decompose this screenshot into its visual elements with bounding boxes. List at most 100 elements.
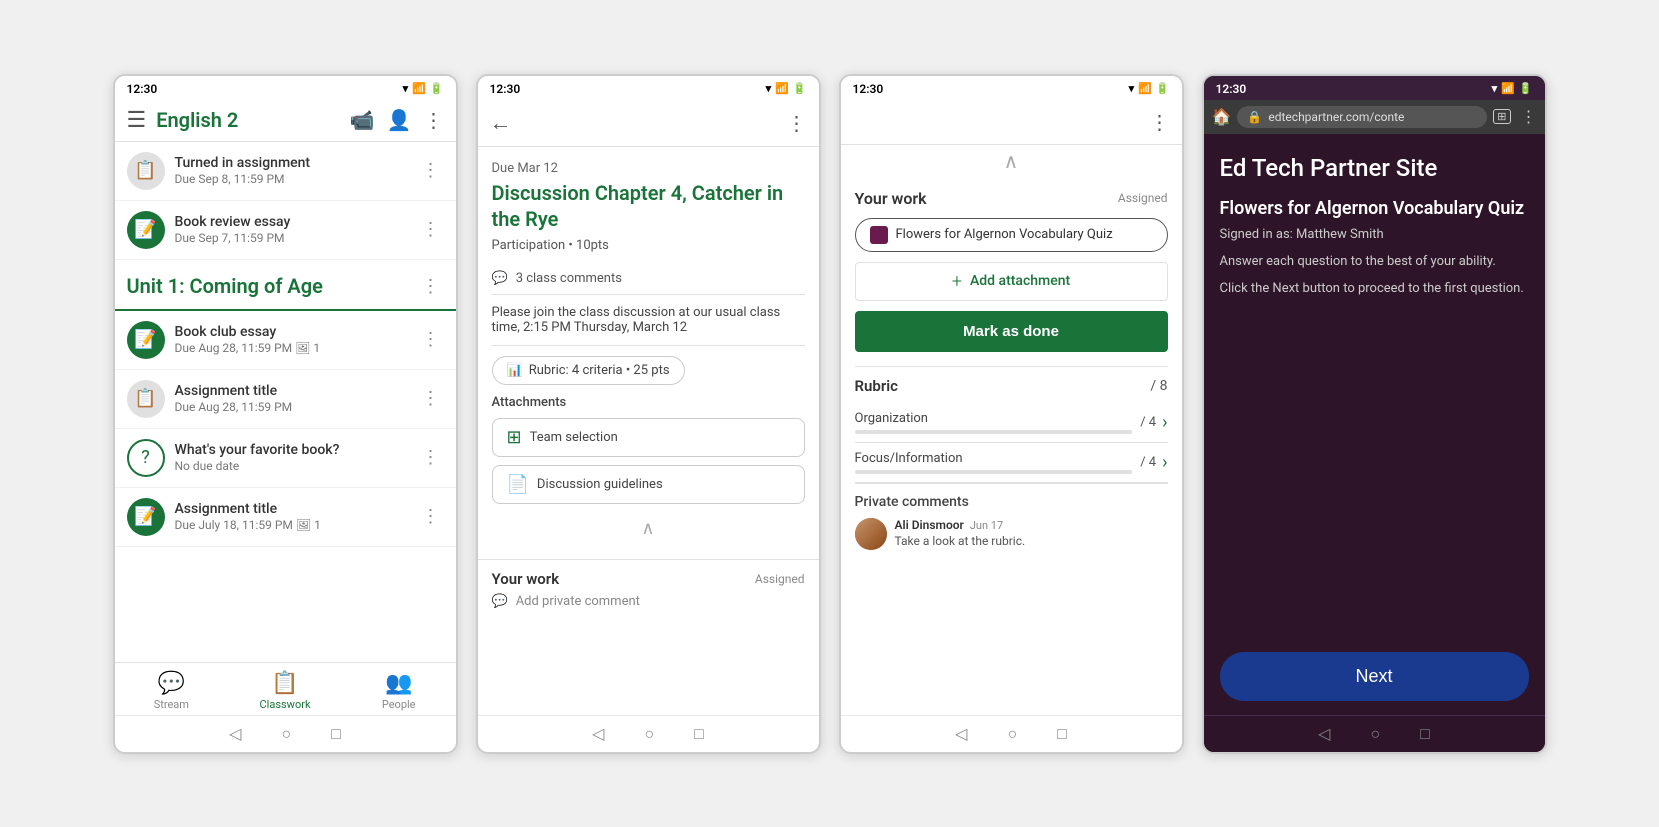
- assignment-item-3[interactable]: 📝 Book club essay Due Aug 28, 11:59 PM 🖼…: [115, 311, 456, 370]
- comment-count: 3 class comments: [516, 271, 622, 286]
- chevron-right-org: ›: [1162, 412, 1167, 433]
- more-btn-5[interactable]: ⋮: [418, 443, 444, 472]
- attachment-team-selection[interactable]: ⊞ Team selection: [492, 418, 805, 457]
- private-comment-row[interactable]: 💬 Add private comment: [492, 594, 805, 609]
- partner-site-title: Ed Tech Partner Site: [1220, 154, 1529, 182]
- avatar-img: [855, 518, 887, 550]
- assignment-item-2[interactable]: 📝 Book review essay Due Sep 7, 11:59 PM …: [115, 201, 456, 260]
- more-btn-2[interactable]: ⋮: [418, 215, 444, 244]
- person-add-icon[interactable]: 👤: [387, 108, 412, 132]
- screen4-phone: 12:30 ▾ 📶 🔋 🏠 🔒 edtechpartner.com/conte …: [1202, 74, 1547, 754]
- tab-count[interactable]: ⊞: [1493, 109, 1510, 124]
- time-2: 12:30: [490, 82, 521, 96]
- next-button[interactable]: Next: [1220, 652, 1529, 701]
- screen2-phone: 12:30 ▾ 📶 🔋 ← ⋮ Due Mar 12 Discussion Ch…: [476, 74, 821, 754]
- signal-icon-4: 📶: [1501, 82, 1515, 95]
- work-title-s3: Your work: [855, 189, 927, 208]
- video-icon[interactable]: 📹: [350, 108, 375, 132]
- assignment-icon-6: 📝: [127, 498, 165, 536]
- recents-btn-android-4[interactable]: □: [1420, 724, 1430, 744]
- home-btn-android-1[interactable]: ○: [281, 724, 291, 744]
- more-vert-s2[interactable]: ⋮: [787, 111, 807, 135]
- signal-icon-1: 📶: [412, 82, 426, 95]
- assignment-title-6: Assignment title: [175, 501, 418, 517]
- more-vert-icon-header[interactable]: ⋮: [424, 108, 444, 132]
- nav-stream[interactable]: 💬 Stream: [115, 671, 229, 711]
- home-btn-android-4[interactable]: ○: [1370, 724, 1380, 744]
- recents-btn-android-2[interactable]: □: [694, 724, 704, 744]
- quiz-label-s3: Flowers for Algernon Vocabulary Quiz: [896, 227, 1113, 242]
- due-label: Due Mar 12: [492, 161, 805, 176]
- more-btn-4[interactable]: ⋮: [418, 384, 444, 413]
- home-btn-android-2[interactable]: ○: [644, 724, 654, 744]
- participation-label: Participation • 10pts: [492, 238, 805, 253]
- comments-row[interactable]: 💬 3 class comments: [492, 263, 805, 295]
- home-btn-android-3[interactable]: ○: [1007, 724, 1017, 744]
- rubric-focus-content: Focus/Information: [855, 451, 1133, 474]
- assignment-item-4[interactable]: 📋 Assignment title Due Aug 28, 11:59 PM …: [115, 370, 456, 429]
- rubric-section-s3: Rubric / 8 Organization / 4 ›: [855, 366, 1168, 483]
- rubric-title-s3: Rubric: [855, 377, 898, 395]
- status-bar-4: 12:30 ▾ 📶 🔋: [1204, 76, 1545, 100]
- more-btn-3[interactable]: ⋮: [418, 325, 444, 354]
- android-nav-2: ◁ ○ □: [478, 715, 819, 752]
- assignment-item-6[interactable]: 📝 Assignment title Due July 18, 11:59 PM…: [115, 488, 456, 547]
- back-btn-android-2[interactable]: ◁: [592, 724, 604, 744]
- classwork-icon: 📋: [271, 671, 298, 696]
- screen1-phone: 12:30 ▾ 📶 🔋 ☰ English 2 📹 👤 ⋮ 📋 Turned i…: [113, 74, 458, 754]
- nav-people[interactable]: 👥 People: [342, 671, 456, 711]
- battery-icon-4: 🔋: [1519, 82, 1533, 95]
- assigned-badge-s2: Assigned: [755, 572, 805, 586]
- more-vert-browser[interactable]: ⋮: [1521, 107, 1537, 126]
- scroll-hint-s2: ∧: [492, 512, 805, 545]
- instruction1: Answer each question to the best of your…: [1220, 252, 1529, 272]
- your-work-title-s2: Your work: [492, 570, 560, 588]
- assignment-item-5[interactable]: ? What's your favorite book? No due date…: [115, 429, 456, 488]
- back-btn-android-3[interactable]: ◁: [955, 724, 967, 744]
- plus-icon: +: [952, 271, 962, 292]
- assignment-item-1[interactable]: 📋 Turned in assignment Due Sep 8, 11:59 …: [115, 142, 456, 201]
- add-attachment-btn[interactable]: + Add attachment: [855, 262, 1168, 301]
- assignment-due-5: No due date: [175, 459, 418, 473]
- avatar-ali: [855, 518, 887, 550]
- home-browser-btn[interactable]: 🏠: [1212, 107, 1232, 126]
- assignment-icon-5: ?: [127, 439, 165, 477]
- more-vert-s3[interactable]: ⋮: [1150, 110, 1170, 134]
- rubric-org-content: Organization: [855, 411, 1133, 434]
- swipe-hint-s3: ∧: [841, 145, 1182, 177]
- discussion-guidelines-label: Discussion guidelines: [537, 477, 663, 492]
- nav-classwork[interactable]: 📋 Classwork: [228, 671, 342, 711]
- people-label: People: [382, 698, 416, 711]
- s4-content: Ed Tech Partner Site Flowers for Algerno…: [1204, 134, 1545, 638]
- add-attachment-label: Add attachment: [970, 273, 1070, 289]
- assignment-title-4: Assignment title: [175, 383, 418, 399]
- wifi-icon-2: ▾: [766, 82, 772, 95]
- back-btn-android-1[interactable]: ◁: [229, 724, 241, 744]
- quiz-chip-s3[interactable]: Flowers for Algernon Vocabulary Quiz: [855, 218, 1168, 252]
- back-button-s2[interactable]: ←: [490, 110, 512, 136]
- app-bar-1: ☰ English 2 📹 👤 ⋮: [115, 100, 456, 142]
- assignment-icon-3: 📝: [127, 321, 165, 359]
- recents-btn-android-3[interactable]: □: [1057, 724, 1067, 744]
- attachment-discussion-guidelines[interactable]: 📄 Discussion guidelines: [492, 465, 805, 504]
- status-bar-1: 12:30 ▾ 📶 🔋: [115, 76, 456, 100]
- assigned-badge-s3: Assigned: [1118, 191, 1168, 205]
- assignment-text-4: Assignment title Due Aug 28, 11:59 PM: [175, 383, 418, 414]
- signed-in-label: Signed in as: Matthew Smith: [1220, 227, 1529, 242]
- section-more-btn[interactable]: ⋮: [418, 272, 444, 301]
- discussion-guidelines-icon: 📄: [507, 474, 529, 495]
- url-bar[interactable]: 🔒 edtechpartner.com/conte: [1237, 106, 1487, 128]
- rubric-row-organization[interactable]: Organization / 4 ›: [855, 403, 1168, 443]
- hamburger-icon[interactable]: ☰: [127, 108, 147, 133]
- mark-done-button[interactable]: Mark as done: [855, 311, 1168, 352]
- back-btn-android-4[interactable]: ◁: [1318, 724, 1330, 744]
- rubric-row-focus[interactable]: Focus/Information / 4 ›: [855, 443, 1168, 483]
- recents-btn-android-1[interactable]: □: [331, 724, 341, 744]
- comment-author: Ali Dinsmoor: [895, 518, 964, 532]
- more-btn-1[interactable]: ⋮: [418, 156, 444, 185]
- rubric-total-s3: / 8: [1150, 378, 1167, 394]
- more-btn-6[interactable]: ⋮: [418, 502, 444, 531]
- app-bar-actions: 📹 👤 ⋮: [350, 108, 444, 132]
- s2-header: ← ⋮: [478, 100, 819, 147]
- rubric-chip[interactable]: 📊 Rubric: 4 criteria • 25 pts: [492, 356, 685, 385]
